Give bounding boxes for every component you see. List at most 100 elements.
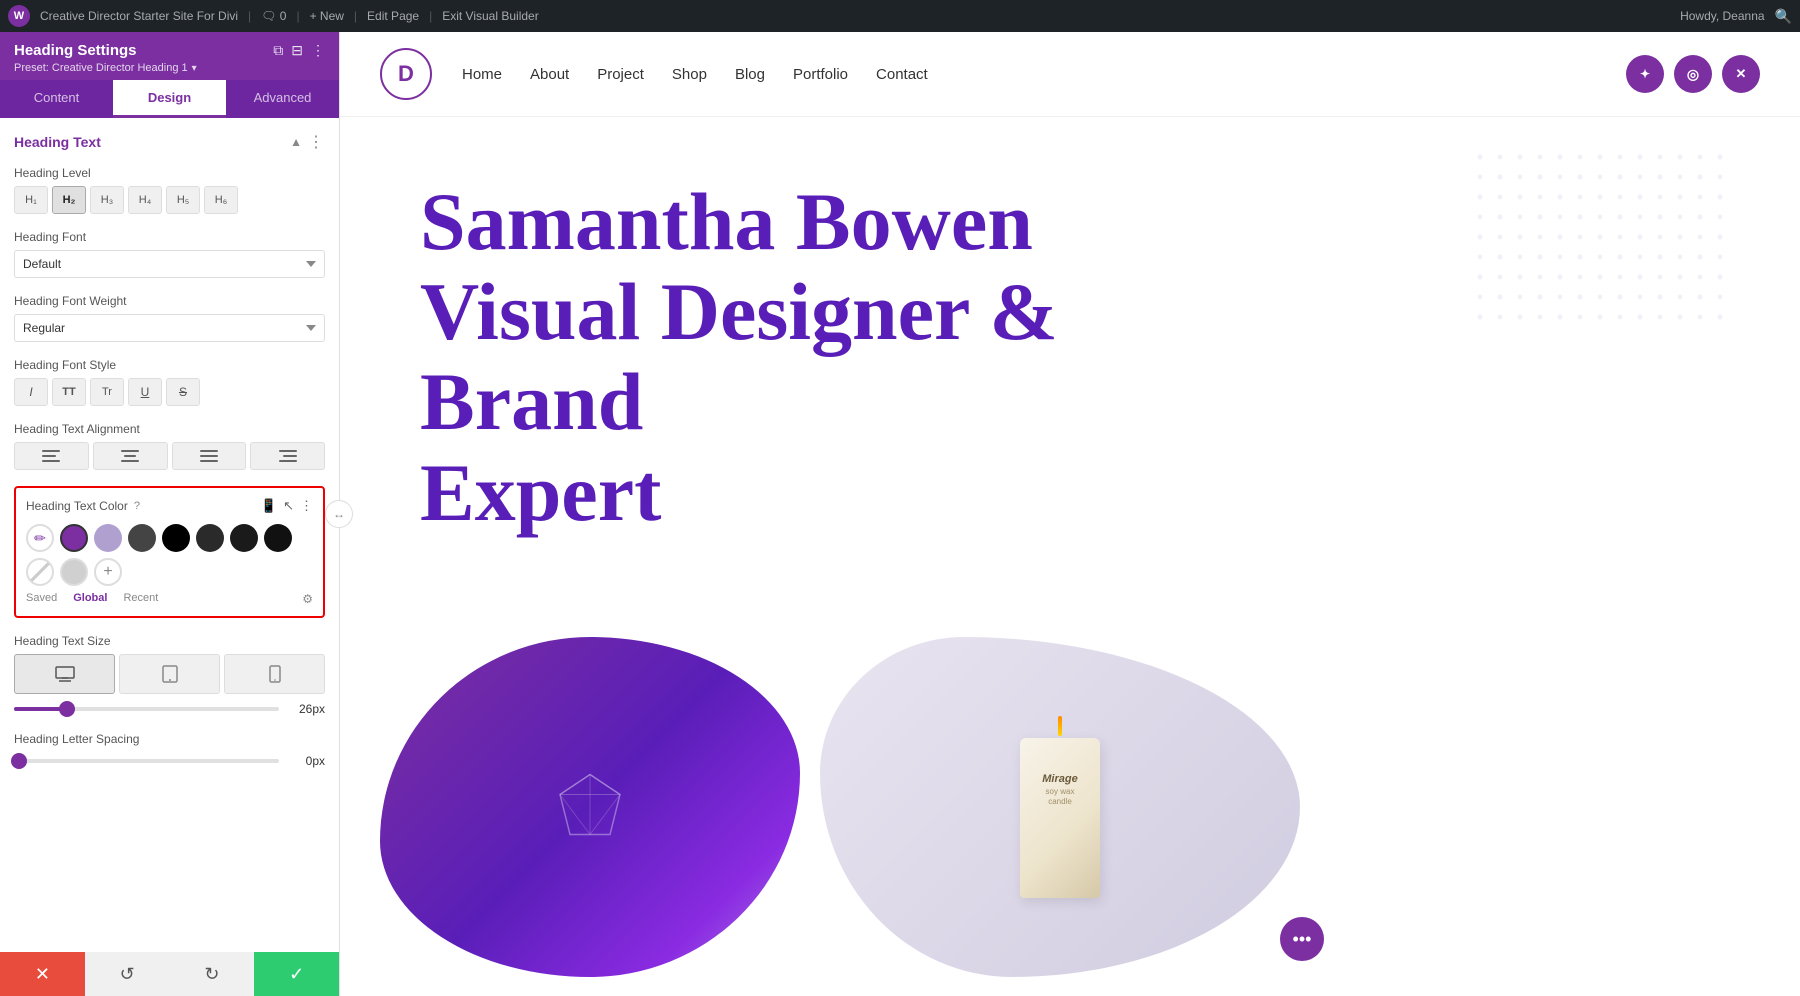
social-dribbble[interactable]: ✦: [1626, 55, 1664, 93]
color-swatch-purple[interactable]: [60, 524, 88, 552]
gem-icon-decoration: [550, 765, 630, 850]
panel-drag-handle[interactable]: ↔: [325, 500, 353, 528]
admin-new[interactable]: + New: [310, 9, 344, 23]
admin-comments[interactable]: 🗨 0: [261, 9, 286, 23]
section-options-icon[interactable]: ⋮: [308, 132, 325, 152]
nav-shop[interactable]: Shop: [672, 66, 707, 83]
color-swatch-dark3[interactable]: [230, 524, 258, 552]
color-mobile-icon[interactable]: 📱: [261, 498, 277, 514]
redo-button[interactable]: ↻: [170, 952, 255, 996]
color-swatches-row: ✏: [26, 524, 313, 552]
heading-text-align-label: Heading Text Alignment: [14, 422, 325, 436]
size-desktop-button[interactable]: [14, 654, 115, 694]
nav-home[interactable]: Home: [462, 66, 502, 83]
color-help-icon[interactable]: ?: [134, 500, 140, 512]
panel-title: Heading Settings: [14, 42, 137, 59]
size-buttons: [14, 654, 325, 694]
eyedropper-button[interactable]: ✏: [26, 524, 54, 552]
admin-site-name[interactable]: Creative Director Starter Site For Divi: [40, 9, 238, 23]
undo-button[interactable]: ↺: [85, 952, 170, 996]
h1-button[interactable]: H₁: [14, 186, 48, 214]
fab-button[interactable]: •••: [1280, 917, 1324, 961]
color-swatches-row2: +: [26, 558, 313, 586]
capitalize-button[interactable]: Tr: [90, 378, 124, 406]
website-preview: D Home About Project Shop Blog Portfolio…: [340, 32, 1800, 996]
heading-font-weight-group: Heading Font Weight Regular Bold Light: [14, 294, 325, 342]
uppercase-button[interactable]: TT: [52, 378, 86, 406]
color-swatch-dark1[interactable]: [128, 524, 156, 552]
h2-button[interactable]: H₂: [52, 186, 86, 214]
admin-exit-builder[interactable]: Exit Visual Builder: [442, 9, 539, 23]
panel-split-icon[interactable]: ⊟: [291, 42, 303, 59]
nav-project[interactable]: Project: [597, 66, 644, 83]
letter-spacing-slider: 0px: [14, 754, 325, 768]
save-button[interactable]: ✓: [254, 952, 339, 996]
heading-text-color-label: Heading Text Color: [26, 499, 128, 513]
align-right-button[interactable]: [250, 442, 325, 470]
heading-font-style-group: Heading Font Style I TT Tr U S: [14, 358, 325, 406]
section-title-heading: Heading Text: [14, 134, 101, 150]
color-palette-tabs: Saved Global Recent ⚙: [26, 592, 313, 606]
color-options-icon[interactable]: ⋮: [300, 498, 313, 514]
heading-text-align-group: Heading Text Alignment: [14, 422, 325, 470]
color-cursor-icon[interactable]: ↖: [283, 498, 294, 514]
admin-search-icon[interactable]: 🔍: [1775, 8, 1792, 25]
social-twitter[interactable]: ✕: [1722, 55, 1760, 93]
h6-button[interactable]: H₆: [204, 186, 238, 214]
heading-font-weight-label: Heading Font Weight: [14, 294, 325, 308]
nav-contact[interactable]: Contact: [876, 66, 928, 83]
size-tablet-button[interactable]: [119, 654, 220, 694]
size-mobile-button[interactable]: [224, 654, 325, 694]
color-swatch-black2[interactable]: [264, 524, 292, 552]
h5-button[interactable]: H₅: [166, 186, 200, 214]
slider-track[interactable]: [14, 707, 279, 711]
nav-portfolio[interactable]: Portfolio: [793, 66, 848, 83]
panel-more-icon[interactable]: ⋮: [311, 42, 325, 59]
strikethrough-button[interactable]: S: [166, 378, 200, 406]
heading-font-style-label: Heading Font Style: [14, 358, 325, 372]
hero-section: /* dots rendered below via SVG */: [340, 117, 1800, 637]
panel-preview-icon[interactable]: ⧉: [273, 42, 283, 59]
slider-value: 26px: [289, 702, 325, 716]
italic-button[interactable]: I: [14, 378, 48, 406]
heading-font-label: Heading Font: [14, 230, 325, 244]
align-center-button[interactable]: [93, 442, 168, 470]
color-tab-saved[interactable]: Saved: [26, 592, 57, 606]
tab-design[interactable]: Design: [113, 80, 226, 118]
align-left-button[interactable]: [14, 442, 89, 470]
dotted-pattern-decoration: /* dots rendered below via SVG */: [1460, 137, 1740, 337]
h4-button[interactable]: H₄: [128, 186, 162, 214]
nav-social: ✦ ◎ ✕: [1626, 55, 1760, 93]
color-tab-recent[interactable]: Recent: [123, 592, 158, 606]
nav-about[interactable]: About: [530, 66, 569, 83]
panel-preset[interactable]: Preset: Creative Director Heading 1 ▾: [14, 62, 325, 74]
heading-font-weight-select[interactable]: Regular Bold Light: [14, 314, 325, 342]
h3-button[interactable]: H₃: [90, 186, 124, 214]
site-logo[interactable]: D: [380, 48, 432, 100]
wp-icon[interactable]: W: [8, 5, 30, 27]
tab-content[interactable]: Content: [0, 80, 113, 118]
tab-advanced[interactable]: Advanced: [226, 80, 339, 118]
admin-edit-page[interactable]: Edit Page: [367, 9, 419, 23]
color-swatch-transparent[interactable]: [26, 558, 54, 586]
social-instagram[interactable]: ◎: [1674, 55, 1712, 93]
align-buttons: [14, 442, 325, 470]
section-collapse-icon[interactable]: ▲: [290, 135, 302, 149]
align-justify-button[interactable]: [172, 442, 247, 470]
letter-spacing-track[interactable]: [14, 759, 279, 763]
color-add-button[interactable]: +: [94, 558, 122, 586]
color-swatch-dark2[interactable]: [196, 524, 224, 552]
nav-blog[interactable]: Blog: [735, 66, 765, 83]
color-swatch-lavender[interactable]: [94, 524, 122, 552]
settings-panel: Heading Settings ⧉ ⊟ ⋮ Preset: Creative …: [0, 32, 340, 996]
heading-text-color-section: Heading Text Color ? 📱 ↖ ⋮ ✏: [14, 486, 325, 618]
color-swatch-black[interactable]: [162, 524, 190, 552]
close-button[interactable]: ✕: [0, 952, 85, 996]
color-tab-global[interactable]: Global: [73, 592, 107, 606]
underline-button[interactable]: U: [128, 378, 162, 406]
heading-text-size-label: Heading Text Size: [14, 634, 325, 648]
heading-level-label: Heading Level: [14, 166, 325, 180]
color-settings-icon[interactable]: ⚙: [302, 592, 313, 606]
color-swatch-light[interactable]: [60, 558, 88, 586]
heading-font-select[interactable]: Default Georgia Arial: [14, 250, 325, 278]
